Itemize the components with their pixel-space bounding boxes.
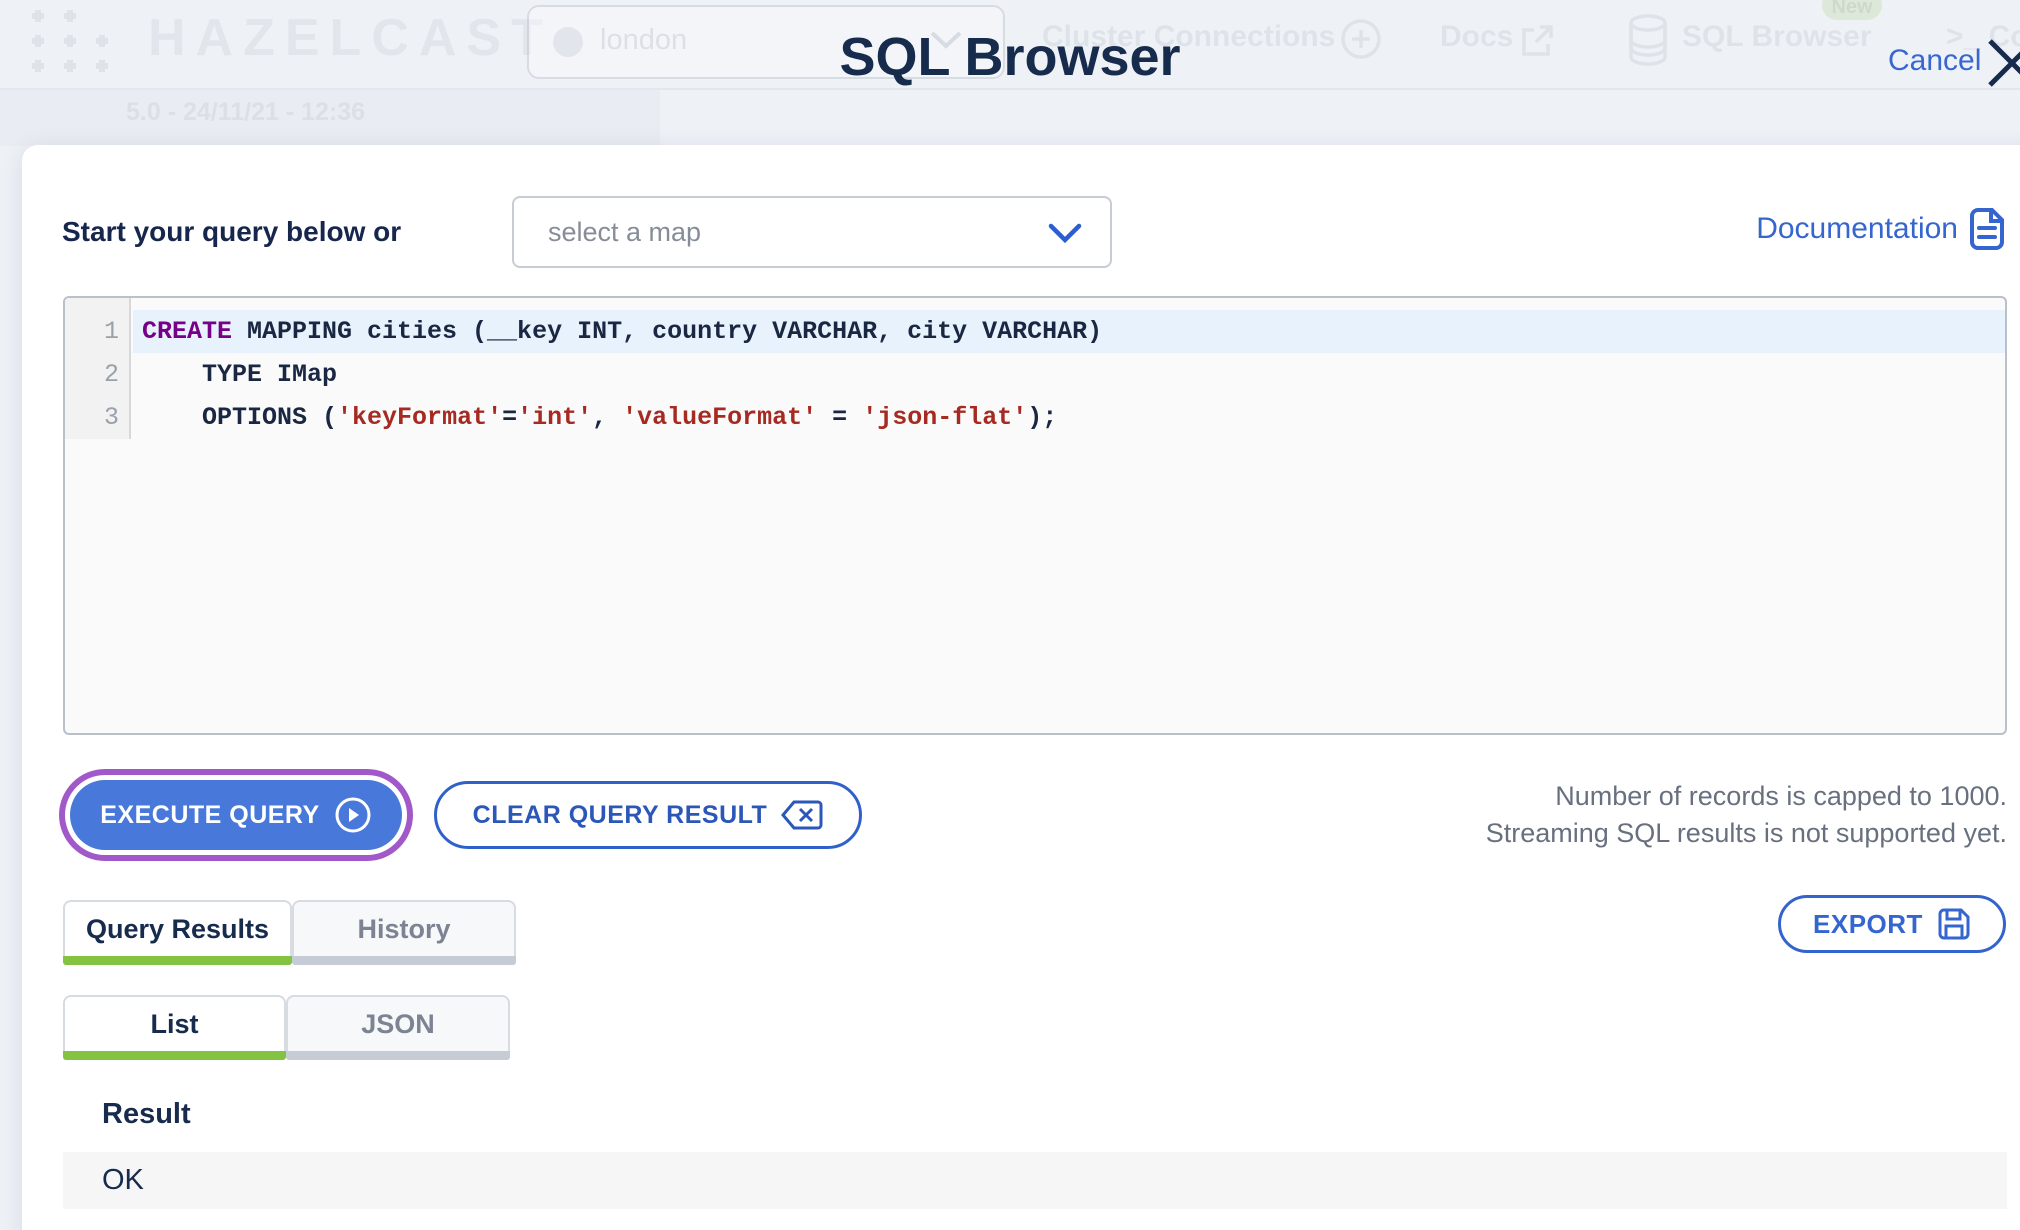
export-button[interactable]: EXPORT: [1778, 895, 2006, 953]
query-notes: Number of records is capped to 1000. Str…: [1486, 778, 2007, 852]
cancel-button[interactable]: Cancel: [1888, 44, 1981, 78]
tab-query-results[interactable]: Query Results: [63, 900, 292, 956]
code-line[interactable]: TYPE IMap: [133, 353, 2005, 396]
line-number: 2: [103, 360, 119, 389]
code-token-string: 'keyFormat': [337, 403, 503, 432]
document-icon: [1970, 208, 2004, 250]
map-select-dropdown[interactable]: select a map: [512, 196, 1112, 268]
note-records-cap: Number of records is capped to 1000.: [1555, 781, 2007, 811]
editor-gutter: 1 2 3: [65, 298, 131, 439]
cluster-version-text: 5.0 - 24/11/21 - 12:36: [126, 98, 366, 126]
code-lines: CREATE MAPPING cities (__key INT, countr…: [133, 298, 2005, 439]
sql-editor[interactable]: 1 2 3 CREATE MAPPING cities (__key INT, co…: [63, 296, 2007, 735]
sql-browser-modal-screen: HAZELCAST 5.0 - 24/11/21 - 12:36 london …: [0, 0, 2020, 1230]
tab-list[interactable]: List: [63, 995, 286, 1051]
tab-history[interactable]: History: [292, 900, 516, 956]
backspace-icon: [781, 800, 823, 830]
documentation-label: Documentation: [1756, 212, 1958, 245]
save-icon: [1938, 908, 1970, 940]
line-number: 1: [103, 317, 119, 346]
code-token-plain: );: [1027, 403, 1058, 432]
result-column-header: Result: [102, 1098, 191, 1130]
chevron-down-icon: [1048, 223, 1082, 244]
code-token-plain: ,: [592, 403, 623, 432]
close-icon[interactable]: [1986, 38, 2020, 88]
code-token-plain: =: [502, 403, 518, 432]
code-token-plain: MAPPING cities (__key INT, country VARCH…: [232, 317, 1103, 346]
tab-history-indicator: [292, 956, 516, 965]
code-line[interactable]: CREATE MAPPING cities (__key INT, countr…: [133, 310, 2005, 353]
execute-query-button[interactable]: EXECUTE QUERY: [70, 780, 402, 850]
new-badge: New: [1822, 0, 1882, 20]
page-title: SQL Browser: [839, 27, 1181, 87]
clear-query-result-button[interactable]: CLEAR QUERY RESULT: [434, 781, 862, 849]
documentation-link[interactable]: Documentation: [1756, 206, 2006, 252]
code-token-string: 'json-flat': [862, 403, 1028, 432]
code-token-plain: =: [817, 403, 863, 432]
code-token-string: 'valueFormat': [622, 403, 818, 432]
code-token-string: 'int': [517, 403, 593, 432]
note-streaming: Streaming SQL results is not supported y…: [1485, 818, 2007, 848]
tab-query-results-indicator: [63, 956, 292, 965]
table-row: OK: [63, 1152, 2007, 1209]
code-token-keyword: CREATE: [142, 317, 233, 346]
tab-list-indicator: [63, 1051, 286, 1060]
code-line[interactable]: OPTIONS ('keyFormat'='int', 'valueFormat…: [133, 396, 2005, 439]
tab-json-indicator: [286, 1051, 510, 1060]
map-select-placeholder: select a map: [548, 217, 702, 247]
play-circle-icon: [335, 797, 371, 833]
code-token-plain: TYPE IMap: [142, 360, 338, 389]
query-prompt-label: Start your query below or: [62, 216, 402, 247]
tab-json[interactable]: JSON: [286, 995, 510, 1051]
code-token-plain: OPTIONS (: [142, 403, 338, 432]
line-number: 3: [103, 403, 119, 432]
result-table: OK: [63, 1152, 2007, 1213]
